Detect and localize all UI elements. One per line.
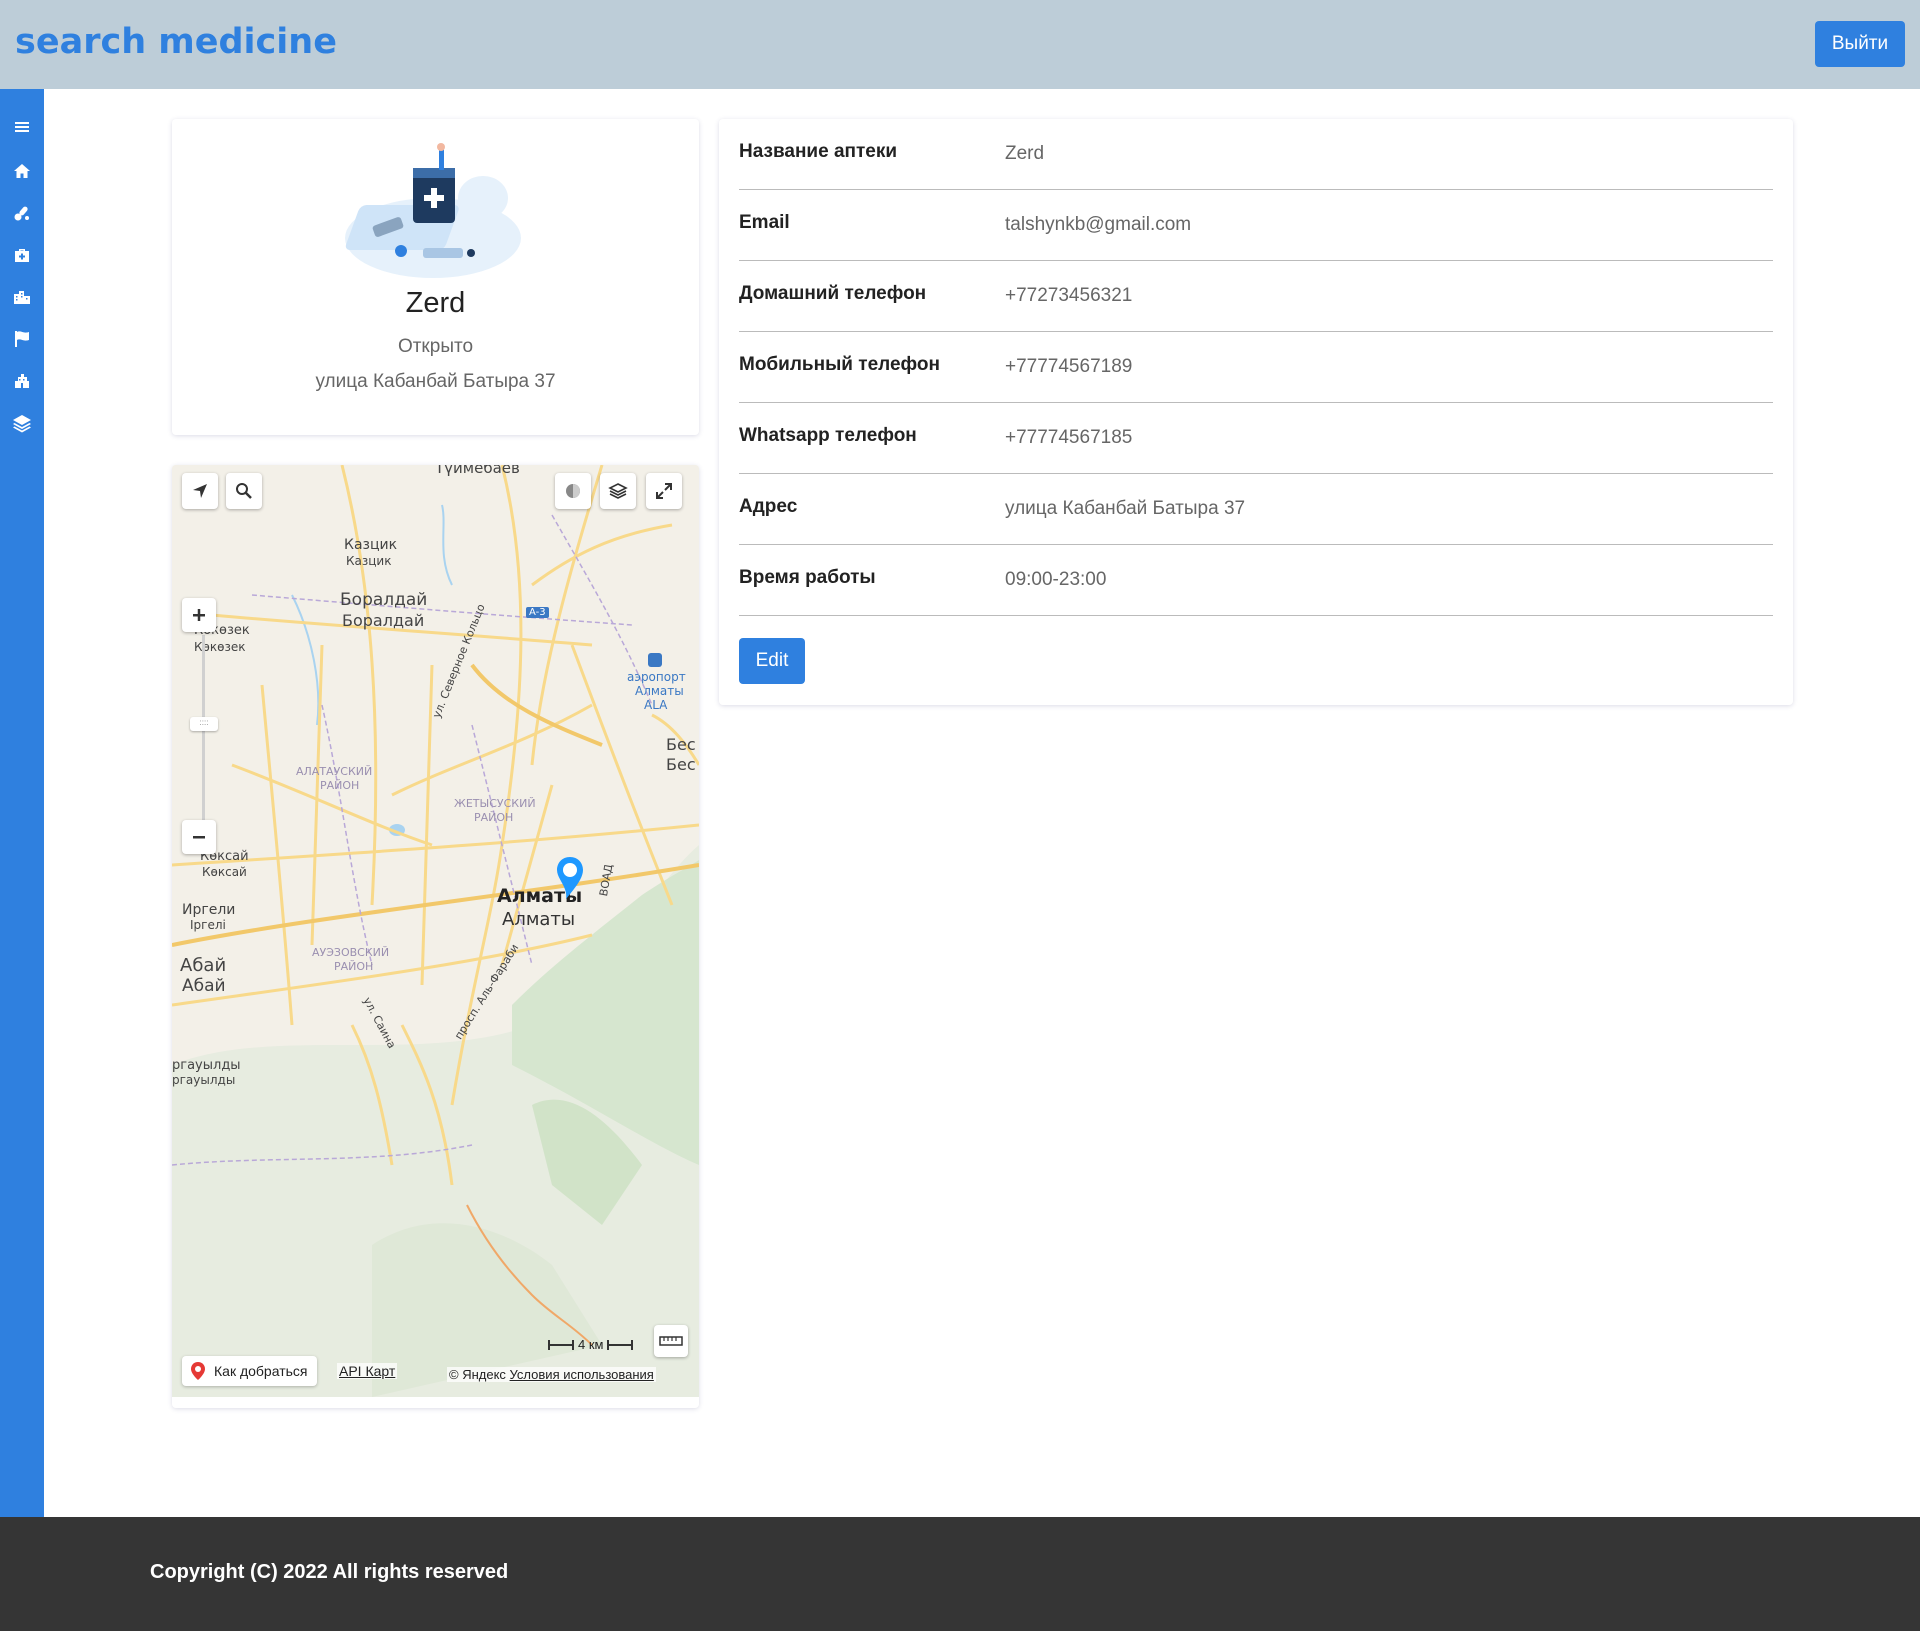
detail-value: улица Кабанбай Батыра 37	[1005, 498, 1246, 519]
detail-row-email: Email talshynkb@gmail.com	[739, 190, 1773, 261]
location-pin-icon[interactable]	[554, 855, 586, 901]
menu-icon[interactable]	[10, 115, 34, 139]
zoom-rail[interactable]	[202, 635, 205, 835]
map-label: РАЙОН	[320, 779, 360, 792]
minus-icon	[193, 836, 205, 839]
search-icon	[236, 483, 252, 499]
map-label: РАЙОН	[474, 811, 514, 824]
sidebar	[0, 89, 44, 1517]
map-label: Казцик	[346, 554, 392, 568]
map-card: Түймебаев Казцик Казцик Боралдай Боралда…	[172, 465, 699, 1408]
detail-row-name: Название аптеки Zerd	[739, 119, 1773, 190]
map-label: Көксай	[202, 865, 247, 879]
layers-icon	[608, 483, 628, 499]
edit-button[interactable]: Edit	[739, 638, 805, 684]
detail-label: Мобильный телефон	[739, 354, 940, 375]
map-label: Алматы	[635, 684, 684, 698]
detail-value: +77774567185	[1005, 427, 1133, 448]
detail-value: Zerd	[1005, 143, 1045, 164]
map-label: Боралдай	[340, 590, 428, 610]
ruler-icon	[659, 1336, 683, 1346]
logout-button[interactable]: Выйти	[1815, 21, 1905, 67]
detail-row-home-phone: Домашний телефон +77273456321	[739, 261, 1773, 332]
detail-row-address: Адрес улица Кабанбай Батыра 37	[739, 474, 1773, 545]
fullscreen-button[interactable]	[646, 473, 682, 509]
brand-logo[interactable]: search medicine	[15, 22, 337, 62]
pharmacy-details-card: Название аптеки Zerd Email talshynkb@gma…	[719, 119, 1793, 705]
zoom-slider-handle[interactable]: ::::	[190, 717, 218, 731]
traffic-button[interactable]	[555, 473, 591, 509]
airport-icon	[648, 653, 662, 667]
detail-label: Время работы	[739, 567, 876, 588]
map-copyright: © Яндекс Условия использования	[447, 1367, 656, 1382]
city-icon[interactable]	[10, 285, 34, 309]
map-label: ЖЕТЫСУСКИЙ	[454, 797, 536, 810]
detail-value: 09:00-23:00	[1005, 569, 1107, 590]
map-scale: 4 км	[548, 1337, 634, 1352]
map-label: АЛАТАУСКИЙ	[296, 765, 373, 778]
map-label: Бес	[666, 735, 696, 754]
traffic-icon	[566, 484, 580, 498]
map-label: Казцик	[344, 537, 398, 553]
map-label: Абай	[182, 976, 226, 996]
map-label: аэропорт	[627, 670, 686, 684]
navigation-arrow-icon	[193, 484, 207, 498]
map-label: Иргели	[182, 902, 236, 918]
map-label: РАЙОН	[334, 960, 374, 973]
footer-copyright: Copyright (C) 2022 All rights reserved	[150, 1561, 509, 1583]
expand-icon	[656, 483, 672, 499]
pharmacy-address: улица Кабанбай Батыра 37	[315, 371, 556, 392]
top-bar: search medicine Выйти	[0, 0, 1920, 89]
map-label: ргауылды	[172, 1058, 241, 1073]
detail-label: Домашний телефон	[739, 283, 927, 304]
detail-value: +77774567189	[1005, 356, 1133, 377]
flag-icon[interactable]	[10, 327, 34, 351]
map-label: Іргелі	[190, 918, 226, 932]
detail-row-whatsapp: Whatsapp телефон +77774567185	[739, 403, 1773, 474]
map-label: Түймебаев	[435, 465, 520, 477]
detail-label: Email	[739, 212, 790, 233]
zoom-out-button[interactable]	[182, 820, 216, 854]
detail-label: Название аптеки	[739, 141, 898, 162]
map-label: ргауылды	[172, 1073, 236, 1087]
building-icon[interactable]	[10, 369, 34, 393]
map-label: АУЭЗОВСКИЙ	[312, 946, 390, 959]
map-label: Боралдай	[342, 611, 425, 630]
pills-icon[interactable]	[10, 201, 34, 225]
detail-row-mobile-phone: Мобильный телефон +77774567189	[739, 332, 1773, 403]
map-background	[172, 465, 699, 1397]
footer: Copyright (C) 2022 All rights reserved	[0, 1517, 1920, 1631]
first-aid-kit-icon[interactable]	[10, 243, 34, 267]
map-label: Бес	[666, 755, 696, 774]
detail-value: talshynkb@gmail.com	[1005, 214, 1192, 235]
detail-label: Whatsapp телефон	[739, 425, 917, 446]
route-button[interactable]: Как добраться	[182, 1356, 318, 1386]
detail-row-hours: Время работы 09:00-23:00	[739, 545, 1773, 616]
pharmacy-name: Zerd	[405, 287, 466, 319]
geolocation-button[interactable]	[182, 473, 218, 509]
detail-label: Адрес	[739, 496, 798, 517]
api-link[interactable]: API Карт	[337, 1363, 398, 1379]
home-icon[interactable]	[10, 159, 34, 183]
pharmacy-profile-card: Zerd Открыто улица Кабанбай Батыра 37	[172, 119, 699, 435]
pharmacy-illustration	[345, 143, 521, 278]
layers-icon[interactable]	[10, 411, 34, 435]
map-label: ALA	[644, 698, 668, 712]
detail-value: +77273456321	[1005, 285, 1133, 306]
map-marker-icon	[191, 1362, 205, 1380]
map-layers-button[interactable]	[600, 473, 636, 509]
ruler-button[interactable]	[654, 1325, 688, 1357]
terms-link[interactable]: Условия использования	[510, 1367, 654, 1382]
zoom-in-button[interactable]	[182, 598, 216, 632]
map-label: A-3	[526, 607, 549, 618]
map-label: Алматы	[502, 909, 576, 930]
yandex-map[interactable]: Түймебаев Казцик Казцик Боралдай Боралда…	[172, 465, 699, 1397]
map-label: Абай	[180, 955, 227, 976]
map-search-button[interactable]	[226, 473, 262, 509]
open-status: Открыто	[397, 336, 474, 357]
plus-icon	[193, 609, 205, 621]
